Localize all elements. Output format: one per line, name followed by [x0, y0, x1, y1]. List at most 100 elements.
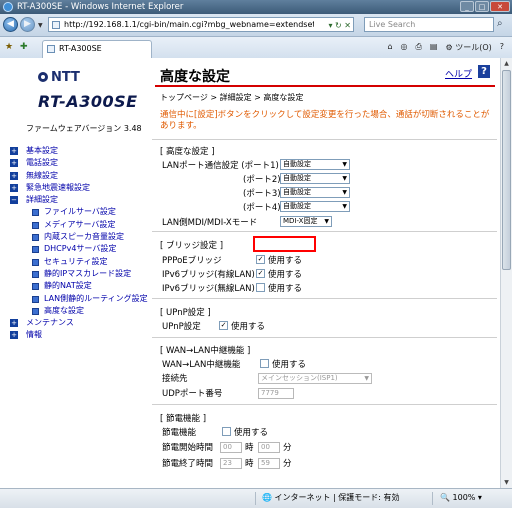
chevron-down-icon: ▼: [342, 189, 347, 196]
window-title: RT-A300SE - Windows Internet Explorer: [17, 2, 184, 12]
scroll-down-icon[interactable]: ▼: [502, 478, 511, 487]
maximize-button[interactable]: □: [475, 1, 489, 12]
submenu-bullet-icon: [32, 283, 39, 291]
ipv6-wireless-label: IPv6ブリッジ(無線LAN): [162, 284, 255, 294]
power-end-label: 節電終了時間: [162, 459, 214, 469]
add-favorites-icon[interactable]: ✚: [20, 42, 28, 52]
search-icon[interactable]: ⌕: [497, 18, 503, 29]
page-menu-icon[interactable]: ▤: [430, 42, 438, 53]
power-start-hour-input[interactable]: 00: [220, 442, 242, 453]
udp-port-input[interactable]: 7779: [258, 388, 294, 399]
tab-page-icon: [47, 45, 55, 53]
divider: [152, 231, 497, 232]
forward-icon[interactable]: ▶: [20, 17, 35, 32]
udp-port-label: UDPポート番号: [162, 389, 223, 399]
expand-icon[interactable]: +: [10, 171, 18, 180]
tab-toolbar: ★ ✚ RT-A300SE ⌂ ◎ ⎙ ▤ ⚙ ツール(O) ?: [0, 37, 512, 59]
power-save-use: 使用する: [234, 428, 269, 438]
submenu-bullet-icon: [32, 258, 39, 266]
vertical-scrollbar[interactable]: ▲ ▼: [500, 58, 512, 488]
ie-icon: [3, 2, 13, 12]
submenu-bullet-icon: [32, 295, 39, 303]
expand-icon[interactable]: +: [10, 331, 18, 340]
lan-port3-label: (ポート3): [243, 189, 281, 199]
zoom-level[interactable]: 🔍 100% ▾: [440, 489, 482, 507]
ntt-text: NTT: [51, 70, 80, 85]
mdi-select[interactable]: MDI-X固定 ▼: [280, 216, 332, 227]
minimize-button[interactable]: _: [460, 1, 474, 12]
submenu-bullet-icon: [32, 221, 39, 229]
minute-unit: 分: [283, 459, 292, 469]
address-url[interactable]: http://192.168.1.1/cgi-bin/main.cgi?mbg_…: [64, 18, 314, 31]
expand-icon[interactable]: +: [10, 159, 18, 168]
submenu-bullet-icon: [32, 307, 39, 315]
upnp-checkbox[interactable]: ✓: [219, 321, 228, 330]
tools-menu[interactable]: ⚙ ツール(O): [445, 42, 491, 53]
print-icon[interactable]: ⎙: [416, 42, 422, 53]
advanced-header: [ 高度な設定 ]: [160, 147, 215, 157]
address-bar[interactable]: http://192.168.1.1/cgi-bin/main.cgi?mbg_…: [48, 17, 354, 32]
page-content: NTT RT-A300SE ファームウェアバージョン 3.48 + 基本設定 + 電…: [0, 58, 500, 488]
ipv6-wired-checkbox[interactable]: ✓: [256, 269, 265, 278]
scroll-up-icon[interactable]: ▲: [502, 59, 511, 68]
search-input[interactable]: Live Search: [364, 17, 494, 32]
back-icon[interactable]: ◀: [3, 17, 18, 32]
divider: [152, 337, 497, 338]
page-icon: [52, 21, 60, 29]
lan-port1-select[interactable]: 自動設定 ▼: [280, 159, 350, 170]
lan-port2-label: (ポート2): [243, 175, 281, 185]
minute-unit: 分: [283, 443, 292, 453]
wan-dest-select[interactable]: メインセッション(ISP1) ▼: [258, 373, 372, 384]
divider: [152, 139, 497, 140]
ipv6-wired-use: 使用する: [268, 270, 303, 280]
wan-relay-checkbox[interactable]: [260, 359, 269, 368]
pppoe-bridge-label: PPPoEブリッジ: [162, 256, 222, 266]
lan-port2-select[interactable]: 自動設定 ▼: [280, 173, 350, 184]
expand-icon[interactable]: +: [10, 147, 18, 155]
chevron-down-icon: ▼: [342, 203, 347, 210]
tab-rt-a300se[interactable]: RT-A300SE: [42, 40, 152, 58]
help-link[interactable]: ヘルプ: [445, 67, 472, 80]
scroll-thumb[interactable]: [502, 70, 511, 270]
address-go-icons[interactable]: ▾ ↻ ✕: [328, 19, 351, 32]
close-button[interactable]: ✕: [490, 1, 510, 12]
submenu-bullet-icon: [32, 246, 39, 254]
power-start-minute-input[interactable]: 00: [258, 442, 280, 453]
tools-label: ツール(O): [455, 43, 492, 52]
chevron-down-icon: ▼: [364, 375, 369, 382]
pppoe-bridge-checkbox[interactable]: ✓: [256, 255, 265, 264]
hour-unit: 時: [245, 443, 254, 453]
favorites-star-icon[interactable]: ★: [5, 42, 13, 52]
bridge-header: [ ブリッジ設定 ]: [160, 241, 224, 251]
chevron-down-icon: ▼: [342, 175, 347, 182]
lan-port4-label: (ポート4): [243, 203, 281, 213]
status-separator: [255, 492, 256, 505]
power-save-checkbox[interactable]: [222, 427, 231, 436]
submenu-bullet-icon: [32, 209, 39, 217]
collapse-icon[interactable]: −: [10, 196, 18, 205]
expand-icon[interactable]: +: [10, 183, 18, 192]
submenu-bullet-icon: [32, 270, 39, 278]
ipv6-wired-label: IPv6ブリッジ(有線LAN): [162, 270, 255, 280]
power-end-minute-input[interactable]: 59: [258, 458, 280, 469]
status-bar: 🌐 インターネット | 保護モード: 有効 🔍 100% ▾: [0, 488, 512, 508]
feed-icon[interactable]: ◎: [401, 42, 408, 53]
expand-icon[interactable]: +: [10, 319, 18, 328]
ntt-ring-icon: [38, 72, 48, 82]
chevron-down-icon: ▼: [324, 218, 329, 225]
help-menu-icon[interactable]: ?: [500, 42, 504, 53]
lan-port4-select[interactable]: 自動設定 ▼: [280, 201, 350, 212]
ipv6-wireless-checkbox[interactable]: [256, 283, 265, 292]
page-title: 高度な設定: [160, 69, 230, 85]
nav-history-dropdown[interactable]: ▼: [38, 22, 43, 29]
home-icon[interactable]: ⌂: [387, 42, 392, 53]
divider: [152, 298, 497, 299]
power-start-label: 節電開始時間: [162, 443, 214, 453]
help-icon[interactable]: ?: [478, 65, 490, 78]
tab-title: RT-A300SE: [59, 44, 102, 53]
ipv6-wireless-use: 使用する: [268, 284, 303, 294]
security-zone[interactable]: 🌐 インターネット | 保護モード: 有効: [262, 489, 400, 507]
lan-port1-label: LANポート通信設定 (ポート1): [162, 161, 279, 171]
power-end-hour-input[interactable]: 23: [220, 458, 242, 469]
lan-port3-select[interactable]: 自動設定 ▼: [280, 187, 350, 198]
